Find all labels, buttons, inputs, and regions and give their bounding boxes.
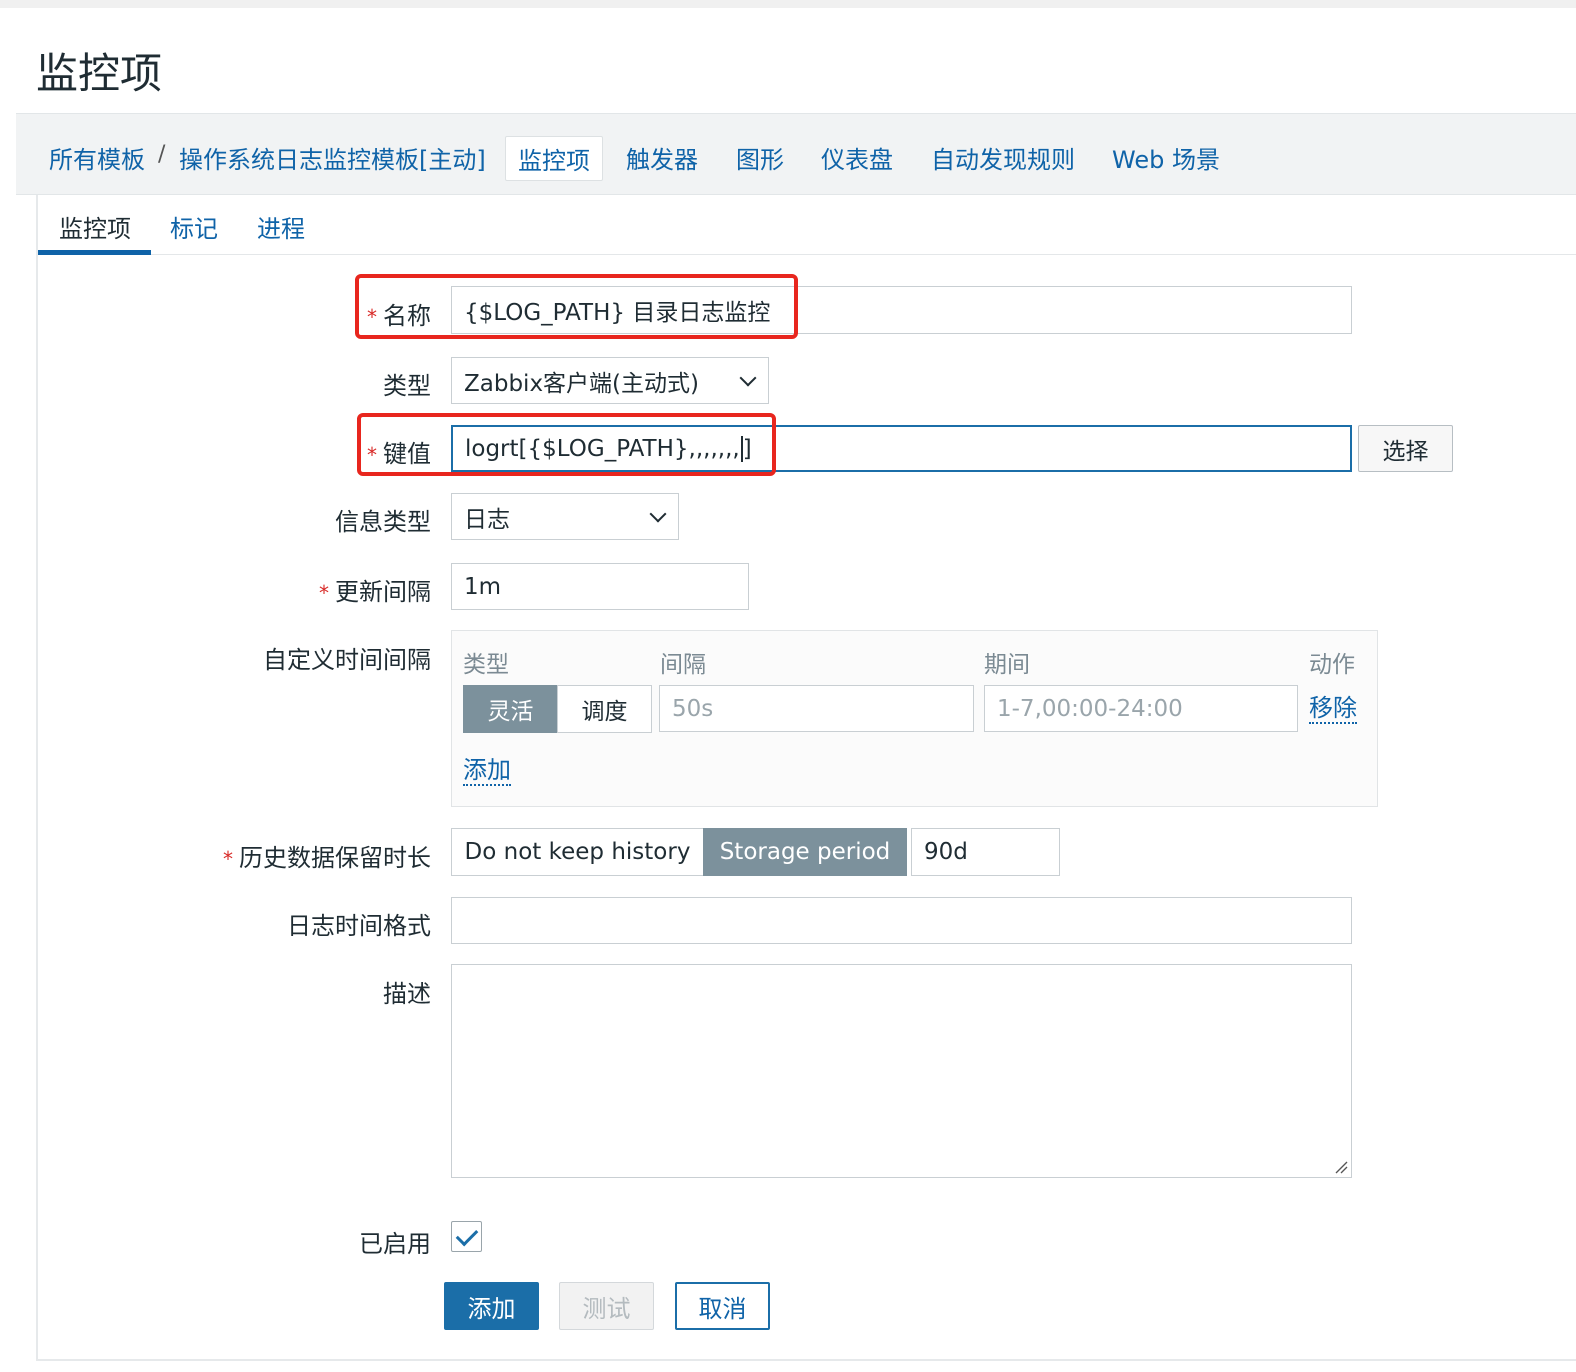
tab-tags[interactable]: 标记	[170, 209, 218, 244]
resize-handle-icon[interactable]	[1334, 1160, 1348, 1174]
type-label: 类型	[383, 372, 431, 400]
name-input[interactable]: {$LOG_PATH} 目录日志监控	[451, 286, 1352, 334]
col-header-type: 类型	[463, 652, 509, 678]
col-header-action: 动作	[1309, 652, 1355, 678]
history-no-keep-toggle[interactable]: Do not keep history	[451, 828, 704, 876]
update-interval-label: * 更新间隔	[319, 572, 431, 607]
key-input[interactable]: logrt[{$LOG_PATH},,,,,,,]	[451, 425, 1352, 472]
info-type-label: 信息类型	[335, 508, 431, 536]
active-tab-indicator	[38, 250, 151, 255]
name-value: {$LOG_PATH} 目录日志监控	[464, 300, 771, 326]
interval-placeholder: 50s	[672, 695, 714, 722]
nav-discovery-rules[interactable]: 自动发现规则	[931, 140, 1075, 175]
add-button[interactable]: 添加	[444, 1282, 539, 1330]
name-label: * 名称	[367, 296, 431, 331]
remove-interval-link[interactable]: 移除	[1309, 694, 1357, 724]
key-value-tail: ]	[742, 435, 752, 462]
key-label-text: 键值	[383, 440, 431, 468]
col-header-interval: 间隔	[660, 652, 706, 678]
key-label: * 键值	[367, 434, 431, 469]
required-marker: *	[367, 305, 377, 329]
history-period-value: 90d	[924, 839, 968, 865]
nav-graphs[interactable]: 图形	[736, 140, 784, 175]
chevron-down-icon	[649, 505, 667, 522]
log-time-format-input[interactable]	[451, 897, 1352, 944]
col-header-period: 期间	[984, 652, 1030, 678]
enabled-checkbox[interactable]	[451, 1221, 482, 1252]
history-label-text: 历史数据保留时长	[239, 844, 431, 872]
custom-intervals-table: 类型 间隔 期间 动作 灵活 调度 50s 1-7,00:00-24:00 移除…	[451, 630, 1378, 807]
log-time-format-label: 日志时间格式	[287, 912, 431, 940]
cancel-button[interactable]: 取消	[675, 1282, 770, 1330]
nav-dashboards[interactable]: 仪表盘	[821, 140, 893, 175]
description-label: 描述	[383, 980, 431, 1008]
key-select-button[interactable]: 选择	[1358, 425, 1453, 472]
update-interval-value: 1m	[464, 573, 502, 600]
top-strip	[0, 0, 1576, 8]
breadcrumb-separator: /	[158, 142, 166, 167]
description-textarea[interactable]	[451, 964, 1352, 1178]
type-value: Zabbix客户端(主动式)	[464, 370, 699, 397]
update-interval-label-text: 更新间隔	[335, 578, 431, 606]
required-marker: *	[319, 581, 329, 605]
nav-web-scenarios[interactable]: Web 场景	[1112, 140, 1220, 175]
tab-bar: 监控项 标记 进程	[38, 195, 1576, 255]
chevron-down-icon	[739, 369, 757, 386]
required-marker: *	[367, 443, 377, 467]
test-button[interactable]: 测试	[559, 1282, 654, 1330]
period-input[interactable]: 1-7,00:00-24:00	[984, 685, 1298, 732]
info-type-value: 日志	[464, 506, 510, 533]
update-interval-input[interactable]: 1m	[451, 563, 749, 610]
tab-item[interactable]: 监控项	[59, 209, 131, 244]
nav-triggers[interactable]: 触发器	[626, 140, 698, 175]
flexible-toggle[interactable]: 灵活	[463, 685, 558, 733]
history-period-input[interactable]: 90d	[911, 828, 1060, 876]
info-type-select[interactable]: 日志	[451, 493, 679, 540]
custom-intervals-label: 自定义时间间隔	[263, 646, 431, 674]
nav-items[interactable]: 监控项	[505, 136, 603, 181]
name-label-text: 名称	[383, 302, 431, 330]
tab-preprocessing[interactable]: 进程	[257, 209, 305, 244]
period-placeholder: 1-7,00:00-24:00	[997, 695, 1183, 722]
template-nav: 所有模板 / 操作系统日志监控模板[主动] 监控项 触发器 图形 仪表盘 自动发…	[16, 113, 1576, 195]
page-title: 监控项	[36, 49, 163, 98]
breadcrumb-template[interactable]: 操作系统日志监控模板[主动]	[179, 140, 486, 175]
type-select[interactable]: Zabbix客户端(主动式)	[451, 357, 769, 404]
breadcrumb-all-templates[interactable]: 所有模板	[49, 140, 145, 175]
required-marker: *	[223, 847, 233, 871]
interval-input[interactable]: 50s	[659, 685, 974, 732]
enabled-label: 已启用	[359, 1230, 431, 1258]
key-value: logrt[{$LOG_PATH},,,,,,,	[465, 435, 740, 462]
scheduling-toggle[interactable]: 调度	[557, 685, 652, 733]
add-interval-link[interactable]: 添加	[463, 756, 511, 786]
history-label: * 历史数据保留时长	[223, 838, 431, 873]
history-storage-toggle[interactable]: Storage period	[703, 828, 907, 876]
